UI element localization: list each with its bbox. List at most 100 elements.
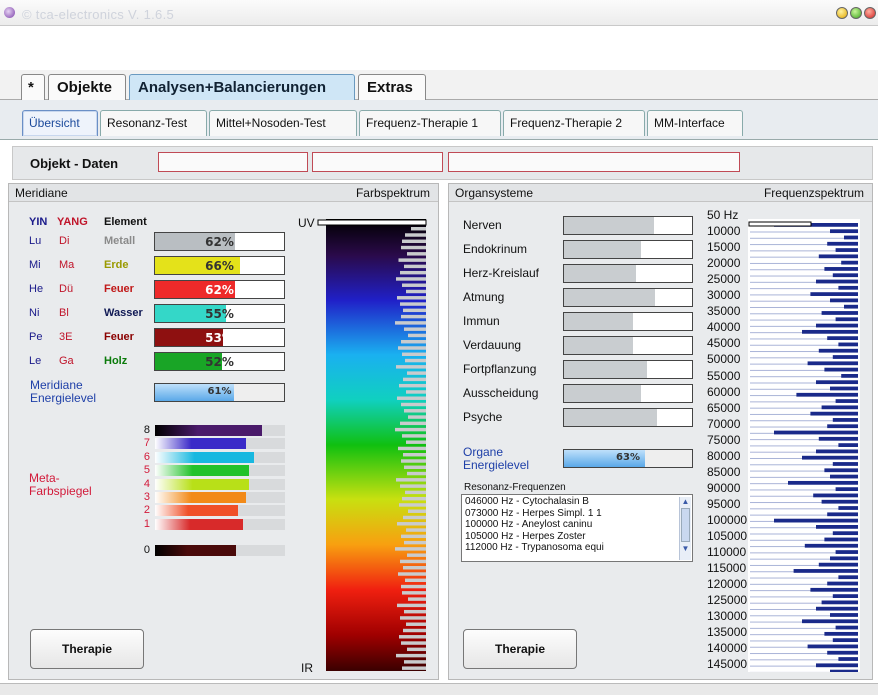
- meta-number: 7: [143, 437, 150, 450]
- meridian-element: Feuer: [104, 283, 134, 295]
- spectrum-stripe: [404, 465, 426, 470]
- spectrum-stripe: [405, 490, 426, 495]
- meridian-yin: Le: [29, 355, 42, 367]
- meridian-energy-bar: 61%: [154, 383, 285, 402]
- app-icon[interactable]: [4, 7, 15, 18]
- resonance-item[interactable]: 112000 Hz - Trypanosoma equi: [465, 542, 689, 554]
- meridian-yang: Bl: [59, 307, 69, 319]
- spectrum-stripe: [408, 333, 426, 338]
- spectrum-stripe: [397, 603, 426, 608]
- meridian-bar: 62%: [154, 232, 285, 251]
- object-field-2[interactable]: [312, 152, 443, 172]
- organ-name: Endokrinum: [463, 242, 528, 256]
- spectrum-stripe: [398, 346, 426, 350]
- resonance-scrollbar[interactable]: ▲ ▼: [679, 497, 691, 560]
- frequency-label: 40000: [707, 320, 741, 335]
- tab-uebersicht[interactable]: Übersicht: [22, 110, 98, 136]
- frequency-bar: [832, 462, 858, 466]
- frequency-bar: [818, 254, 858, 259]
- frequency-label: 130000: [707, 609, 748, 624]
- object-field-1[interactable]: [158, 152, 308, 172]
- resonance-item[interactable]: 046000 Hz - Cytochalasin B: [465, 496, 689, 508]
- organ-name: Nerven: [463, 218, 502, 232]
- meta-bar: [155, 451, 285, 463]
- meridian-yang: Dü: [59, 283, 74, 295]
- frequency-bar: [827, 581, 858, 586]
- tab-mittel-nosoden-test[interactable]: Mittel+Nosoden-Test: [209, 110, 357, 136]
- spectrum-stripe: [404, 264, 426, 269]
- frequency-bar: [835, 550, 858, 554]
- spectrum-stripe: [399, 383, 426, 388]
- tab-analysen-balancierungen[interactable]: Analysen+Balancierungen: [129, 74, 355, 100]
- meridian-bar: 62%: [154, 280, 285, 299]
- meridian-therapy-button[interactable]: Therapie: [30, 629, 144, 669]
- scroll-down-icon[interactable]: ▼: [680, 544, 691, 553]
- organ-therapy-button[interactable]: Therapie: [463, 629, 577, 669]
- spectrum-stripe: [407, 252, 426, 256]
- organ-bar: 56%: [563, 264, 693, 283]
- frequency-bar: [816, 449, 858, 454]
- frequency-bar: [835, 248, 858, 252]
- spectrum-stripe: [402, 239, 426, 244]
- object-field-3[interactable]: [448, 152, 740, 172]
- frequency-bar: [838, 443, 858, 447]
- tab-objekte[interactable]: Objekte: [48, 74, 126, 100]
- meridian-element: Feuer: [104, 331, 134, 343]
- meta-number: 8: [143, 424, 150, 436]
- spectrum-stripe: [400, 616, 426, 620]
- spectrum-stripe: [395, 547, 426, 551]
- frequency-label: 15000: [707, 240, 741, 255]
- tab-mm-interface[interactable]: MM-Interface: [647, 110, 743, 136]
- frequency-label: 140000: [707, 641, 748, 656]
- spectrum-stripe: [395, 427, 426, 432]
- frequency-guide: [750, 306, 858, 308]
- meridian-value: 66%: [205, 259, 234, 273]
- spectrum-stripe: [398, 446, 426, 451]
- spectrum-stripe: [397, 296, 426, 300]
- organ-bar: 60%: [563, 240, 693, 259]
- frequency-bar: [816, 380, 858, 385]
- spectrum-stripe: [403, 377, 426, 382]
- minimize-icon[interactable]: [836, 7, 848, 19]
- frequency-label: 115000: [707, 561, 747, 576]
- meta-bar-fill: [155, 438, 246, 450]
- tab-star[interactable]: *: [21, 74, 45, 100]
- color-spectrum-chart: [317, 219, 428, 671]
- frequency-label: 95000: [707, 496, 741, 511]
- organ-name: Verdauung: [463, 338, 522, 352]
- spectrum-stripe: [405, 578, 426, 583]
- tab-frequenz-therapie-1[interactable]: Frequenz-Therapie 1: [359, 110, 501, 136]
- frequency-spectrum-header: Frequenzspektrum: [763, 186, 864, 200]
- tab-frequenz-therapie-2[interactable]: Frequenz-Therapie 2: [503, 110, 645, 136]
- resonance-item[interactable]: 105000 Hz - Herpes Zoster: [465, 531, 689, 543]
- organ-bar-fill: [564, 289, 655, 306]
- spectrum-stripe: [399, 503, 426, 507]
- frequency-bar: [824, 631, 858, 636]
- spectrum-stripe: [402, 591, 426, 595]
- frequency-label: 90000: [707, 480, 741, 495]
- spectrum-stripe: [397, 396, 426, 400]
- meridian-bar: 52%: [154, 352, 285, 371]
- frequency-label: 20000: [707, 256, 741, 271]
- resonance-item[interactable]: 073000 Hz - Herpes Simpl. 1 1: [465, 508, 689, 520]
- scroll-thumb[interactable]: [681, 508, 690, 542]
- scroll-up-icon[interactable]: ▲: [680, 497, 691, 506]
- frequency-bar: [830, 556, 858, 561]
- maximize-icon[interactable]: [850, 7, 862, 19]
- frequency-label: 85000: [707, 464, 741, 479]
- resonance-item[interactable]: 100000 Hz - Aneylost caninu: [465, 519, 689, 531]
- tab-extras[interactable]: Extras: [358, 74, 426, 100]
- spectrum-stripe: [400, 270, 426, 275]
- uv-marker: [317, 219, 427, 226]
- organ-name: Fortpflanzung: [463, 362, 537, 376]
- meta-bar: [155, 505, 285, 517]
- frequency-bar: [821, 405, 858, 410]
- spectrum-stripe: [401, 641, 426, 645]
- resonance-list[interactable]: 046000 Hz - Cytochalasin B 073000 Hz - He…: [461, 494, 693, 562]
- meta-bar: [155, 492, 285, 503]
- frequency-bar: [821, 499, 858, 504]
- close-icon[interactable]: [864, 7, 876, 19]
- meta-bar: [155, 465, 285, 477]
- tab-resonanz-test[interactable]: Resonanz-Test: [100, 110, 207, 136]
- frequency-bar: [832, 273, 858, 278]
